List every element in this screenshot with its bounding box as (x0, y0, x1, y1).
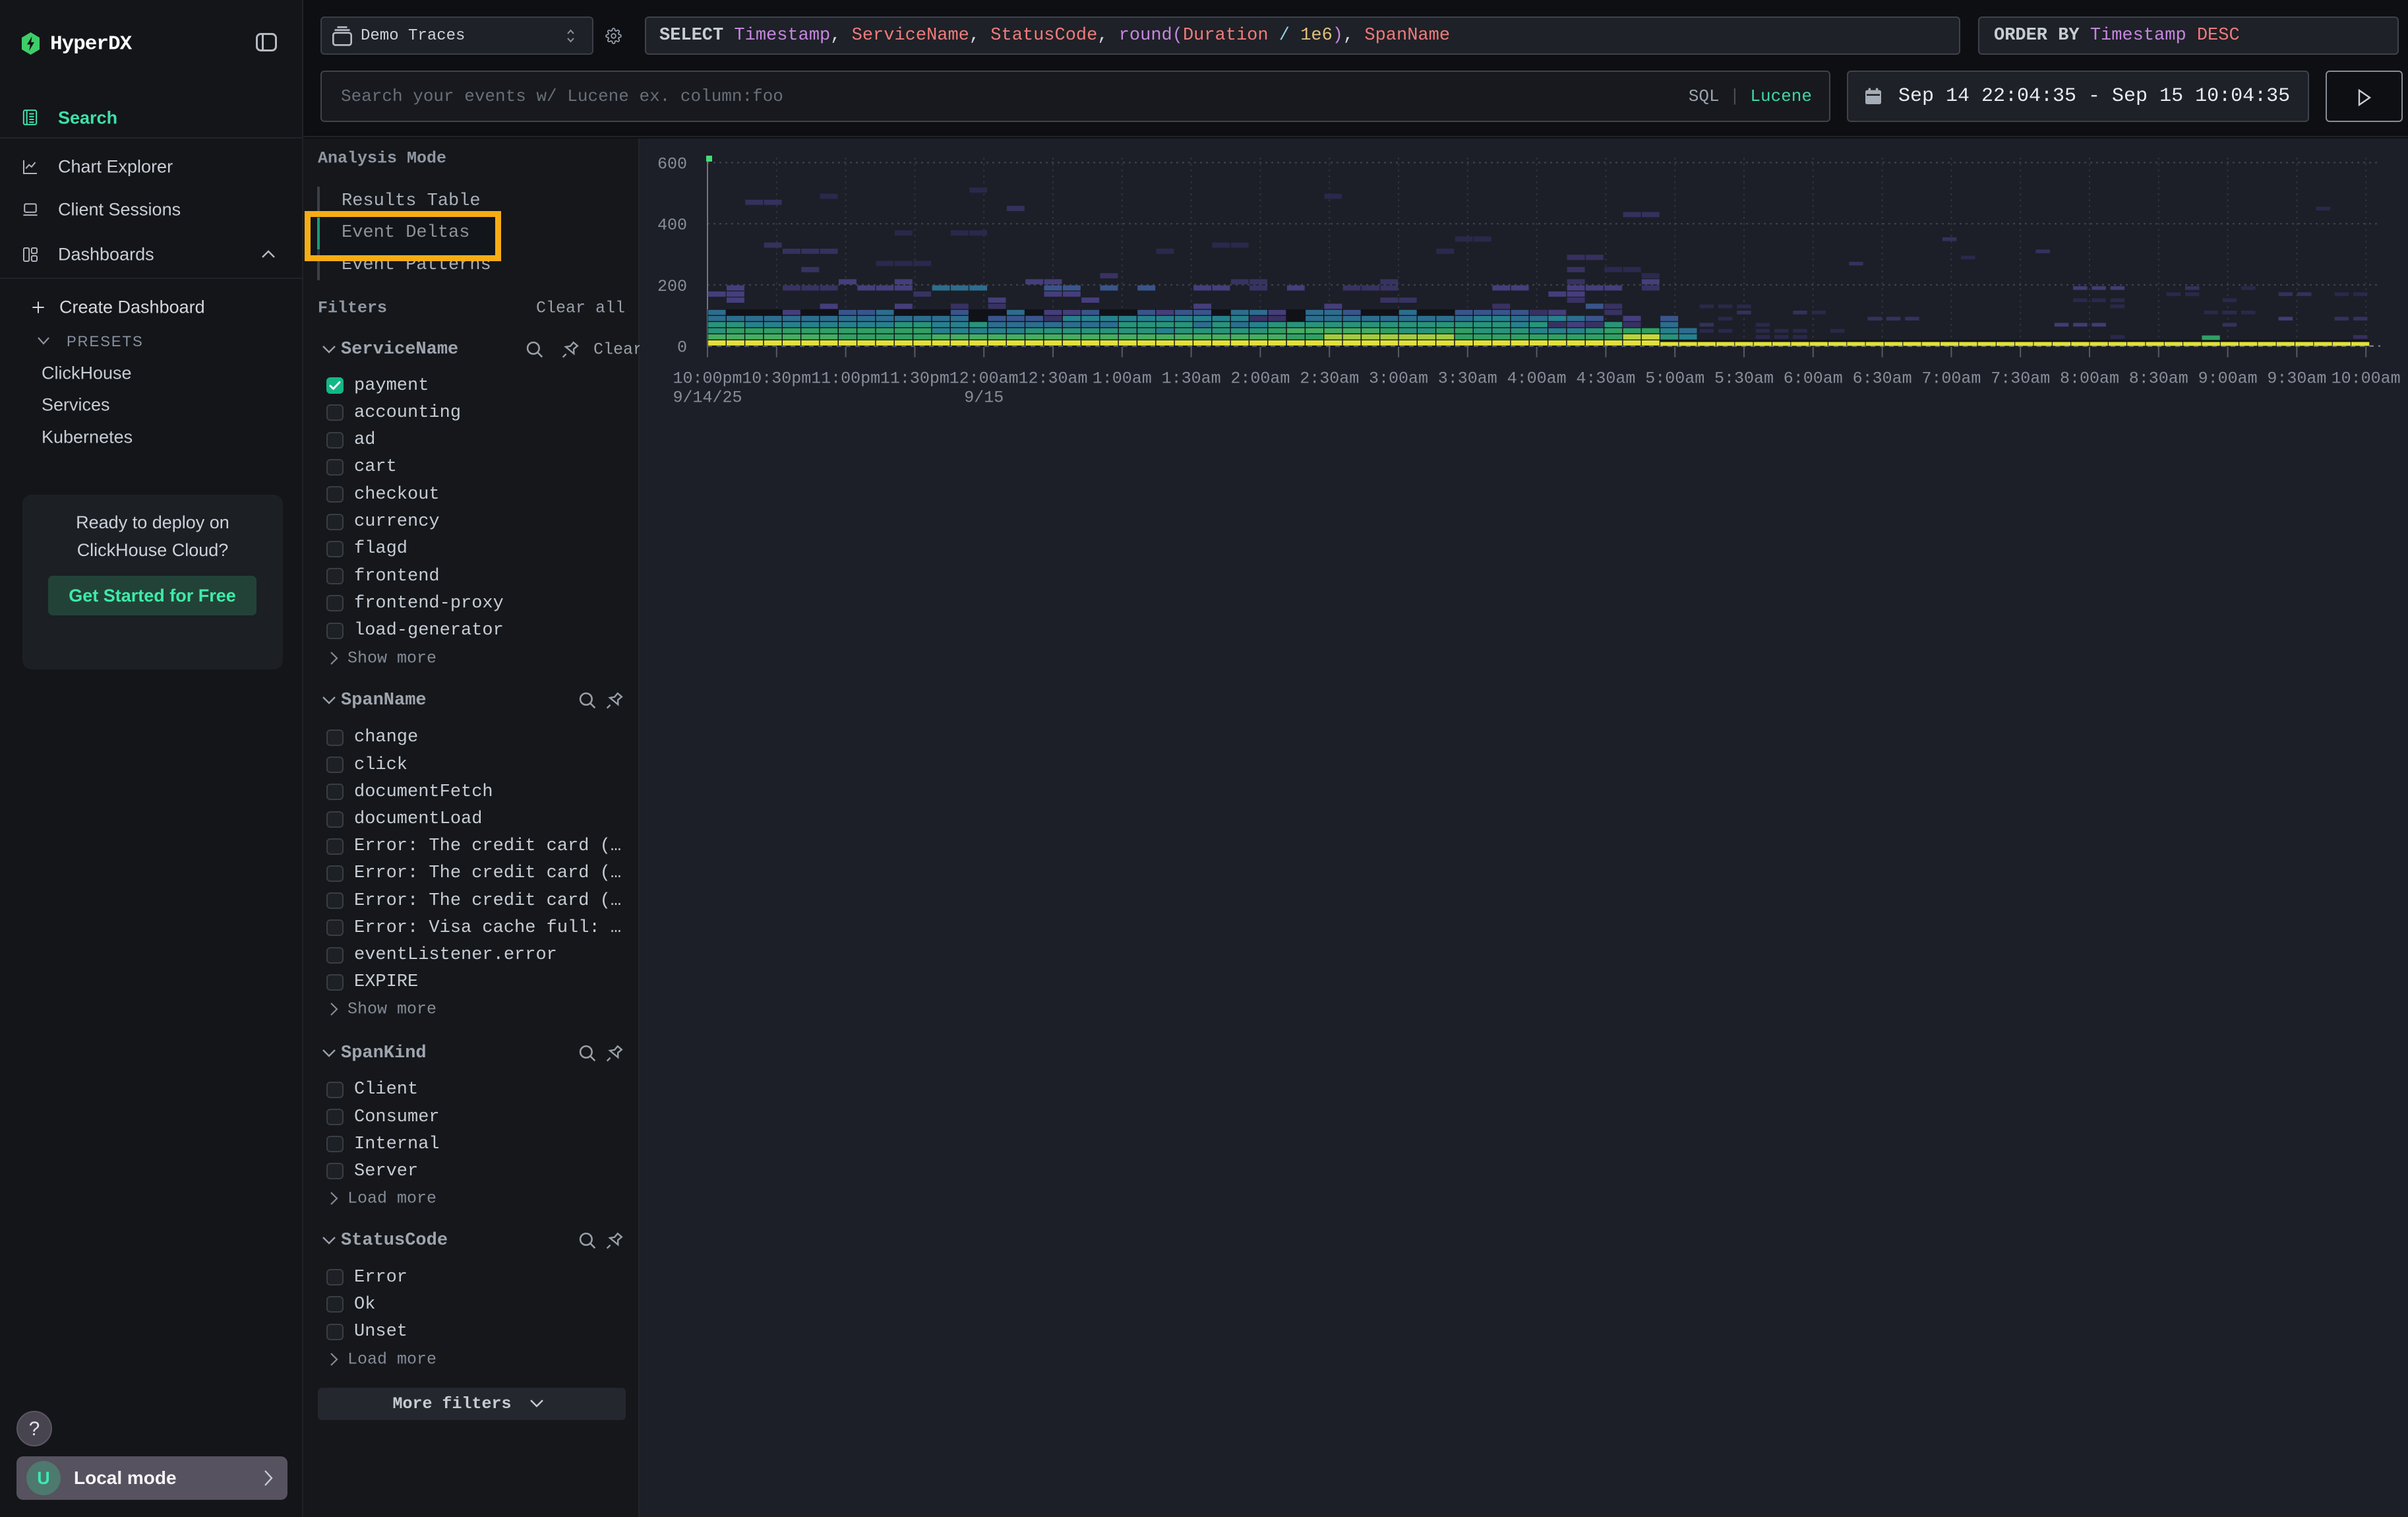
svg-text:4:30am: 4:30am (1576, 369, 1635, 388)
svg-text:5:30am: 5:30am (1714, 369, 1774, 388)
svg-text:11:00pm: 11:00pm (811, 369, 880, 388)
svg-text:200: 200 (657, 277, 687, 296)
svg-text:2:30am: 2:30am (1300, 369, 1359, 388)
svg-text:6:30am: 6:30am (1853, 369, 1912, 388)
svg-text:8:00am: 8:00am (2060, 369, 2119, 388)
svg-text:10:00pm: 10:00pm (673, 369, 742, 388)
svg-text:1:30am: 1:30am (1162, 369, 1221, 388)
svg-text:1:00am: 1:00am (1093, 369, 1152, 388)
svg-text:600: 600 (657, 155, 687, 174)
svg-text:12:30am: 12:30am (1018, 369, 1087, 388)
svg-text:4:00am: 4:00am (1507, 369, 1567, 388)
svg-text:9:30am: 9:30am (2267, 369, 2326, 388)
svg-text:3:00am: 3:00am (1369, 369, 1428, 388)
svg-text:5:00am: 5:00am (1645, 369, 1704, 388)
svg-text:10:00am: 10:00am (2332, 369, 2401, 388)
svg-text:11:30pm: 11:30pm (880, 369, 949, 388)
svg-text:7:00am: 7:00am (1921, 369, 1981, 388)
svg-text:12:00am: 12:00am (949, 369, 1019, 388)
svg-text:6:00am: 6:00am (1784, 369, 1843, 388)
svg-text:9/14/25: 9/14/25 (673, 388, 742, 408)
svg-text:0: 0 (677, 338, 687, 357)
svg-text:2:00am: 2:00am (1230, 369, 1290, 388)
svg-text:9:00am: 9:00am (2198, 369, 2258, 388)
svg-text:7:30am: 7:30am (1991, 369, 2050, 388)
svg-text:8:30am: 8:30am (2129, 369, 2188, 388)
svg-text:9/15: 9/15 (964, 388, 1004, 408)
svg-text:10:30pm: 10:30pm (742, 369, 811, 388)
svg-text:400: 400 (657, 216, 687, 235)
svg-text:3:30am: 3:30am (1438, 369, 1497, 388)
